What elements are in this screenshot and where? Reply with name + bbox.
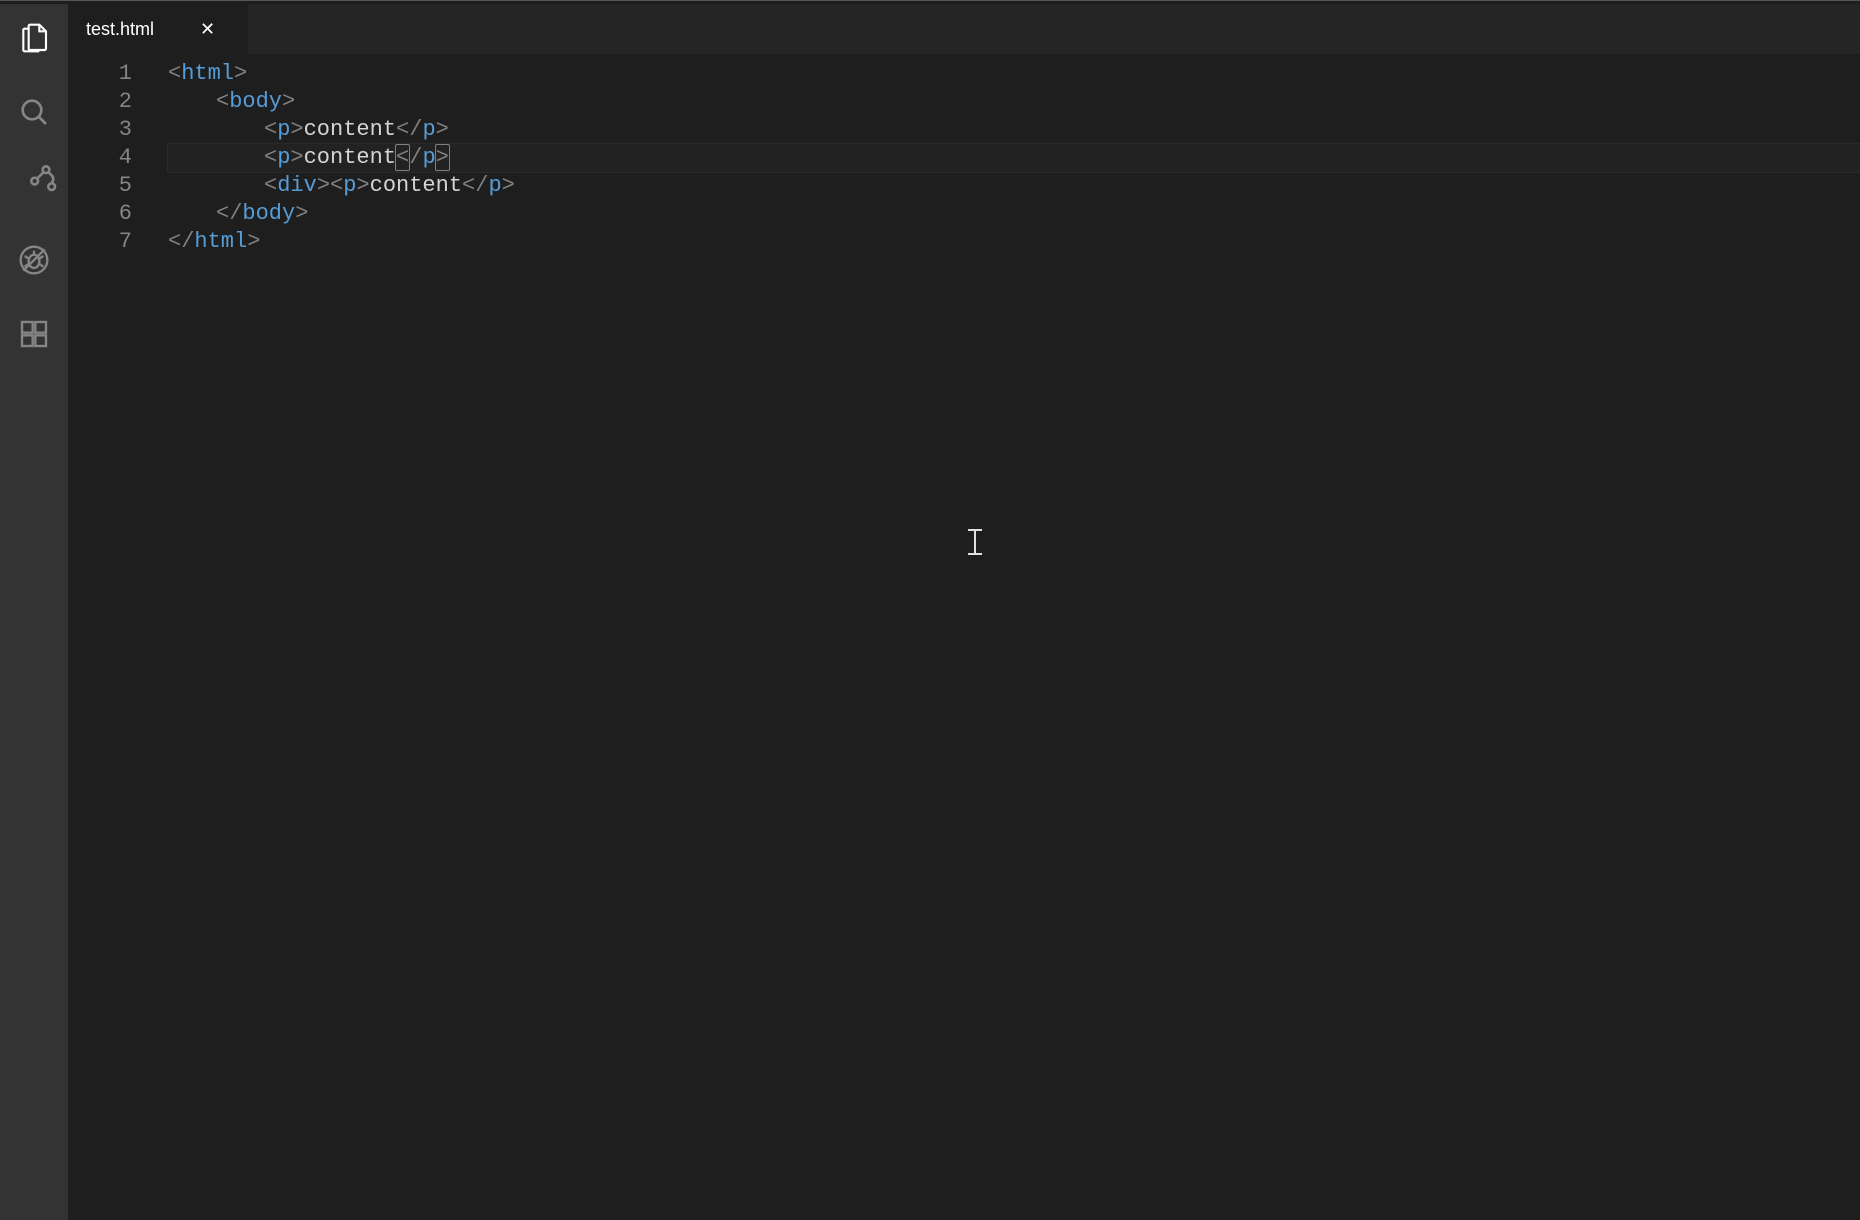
- editor-group: test.html ✕ 1 2 3 4 5 6 7 <html> <body> …: [68, 4, 1860, 1220]
- code-line-active[interactable]: <p>content</p>: [168, 144, 1860, 172]
- app-root: test.html ✕ 1 2 3 4 5 6 7 <html> <body> …: [0, 4, 1860, 1220]
- close-icon[interactable]: ✕: [194, 17, 221, 42]
- code-line[interactable]: <html>: [168, 60, 1860, 88]
- extensions-icon[interactable]: [10, 310, 58, 358]
- code-line[interactable]: <p>content</p>: [168, 116, 1860, 144]
- explorer-icon[interactable]: [10, 14, 58, 62]
- activity-bar: [0, 4, 68, 1220]
- code-editor[interactable]: 1 2 3 4 5 6 7 <html> <body> <p>content</…: [68, 54, 1860, 1220]
- code-content[interactable]: <html> <body> <p>content</p> <p>content<…: [168, 54, 1860, 1220]
- debug-icon[interactable]: [10, 236, 58, 284]
- tab-test-html[interactable]: test.html ✕: [68, 4, 248, 54]
- line-number: 6: [68, 200, 132, 228]
- tab-label: test.html: [86, 19, 154, 40]
- text-cursor-icon: [968, 529, 982, 555]
- code-line[interactable]: <div><p>content</p>: [168, 172, 1860, 200]
- source-control-icon[interactable]: [10, 162, 58, 210]
- code-line[interactable]: <body>: [168, 88, 1860, 116]
- line-number: 5: [68, 172, 132, 200]
- line-number: 3: [68, 116, 132, 144]
- line-number-gutter: 1 2 3 4 5 6 7: [68, 54, 168, 1220]
- line-number: 4: [68, 144, 132, 172]
- bracket-match: >: [436, 145, 449, 170]
- line-number: 1: [68, 60, 132, 88]
- bracket-match: <: [396, 145, 409, 170]
- line-number: 7: [68, 228, 132, 256]
- code-line[interactable]: </body>: [168, 200, 1860, 228]
- search-icon[interactable]: [10, 88, 58, 136]
- code-line[interactable]: </html>: [168, 228, 1860, 256]
- line-number: 2: [68, 88, 132, 116]
- tab-bar: test.html ✕: [68, 4, 1860, 54]
